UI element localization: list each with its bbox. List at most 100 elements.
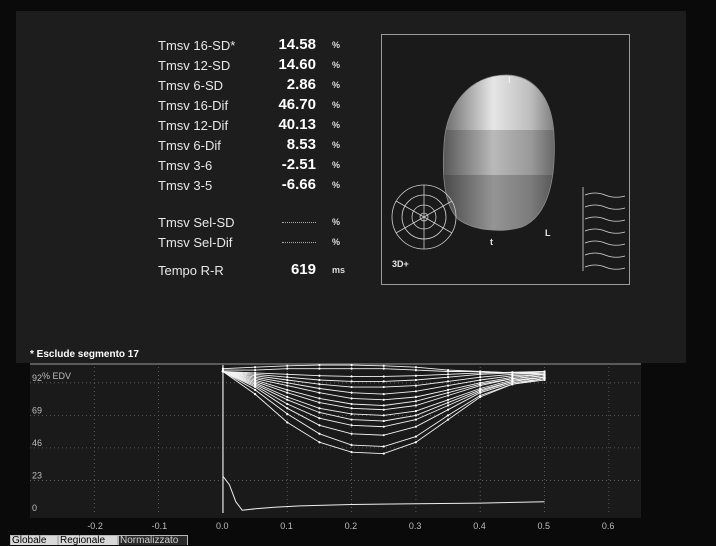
curve-point	[479, 391, 482, 394]
metric-unit: %	[332, 140, 341, 150]
curve-point	[318, 378, 321, 382]
volume-curve-chart[interactable]: 0 23 46 69 92 -0.2 -0.1 0.0 0.1 0.2 0.3 0.4 0.5 0.6 % …	[30, 363, 641, 535]
y-axis-label: % EDV	[42, 371, 71, 381]
curve-point	[414, 384, 417, 387]
empty-value-dash	[282, 222, 316, 223]
curve-point	[350, 367, 353, 370]
curve-point	[254, 385, 257, 389]
metric-value: 8.53	[286, 136, 316, 153]
curve-point	[286, 381, 289, 384]
orientation-marker-l: L	[545, 228, 551, 238]
curve-point	[350, 391, 353, 394]
curve-point	[511, 383, 514, 386]
curve-point	[286, 402, 289, 406]
curve-point	[382, 445, 385, 448]
x-tick-label: 0.4	[473, 521, 486, 531]
curve-point	[350, 364, 353, 367]
curve-point	[382, 434, 385, 437]
metric-label: Tmsv 6-SD	[158, 78, 223, 93]
curve-point	[446, 384, 450, 387]
curve-point	[350, 375, 353, 378]
apex-marker: I	[508, 75, 511, 85]
curve-point	[414, 368, 417, 372]
metric-label: Tmsv 3-6	[158, 158, 213, 173]
curve-point	[382, 414, 385, 417]
curve-point	[382, 452, 385, 455]
metric-unit: %	[332, 180, 341, 190]
curve-point	[350, 432, 353, 435]
metric-label: Tmsv 6-Dif	[158, 138, 221, 153]
curve-point	[286, 373, 289, 376]
curve-point	[382, 364, 385, 367]
tab-globale[interactable]: Globale	[10, 535, 58, 546]
metric-value: 14.60	[278, 56, 316, 73]
y-tick-label: 0	[32, 503, 37, 513]
curve-point	[286, 388, 289, 391]
curve-point	[318, 411, 321, 414]
metric-unit: %	[332, 160, 341, 170]
curve-point	[479, 395, 482, 399]
x-tick-label: 0.1	[280, 521, 293, 531]
curve-point	[414, 418, 417, 421]
curve-point	[446, 388, 450, 391]
metric-unit: %	[332, 100, 341, 110]
curve-point	[414, 400, 417, 403]
metric-unit: %	[332, 80, 341, 90]
curve-point	[414, 410, 417, 413]
empty-value-dash	[282, 242, 316, 243]
curve-point	[511, 371, 514, 375]
curve-point	[382, 375, 385, 378]
curve-point	[446, 408, 450, 411]
curve-point	[446, 368, 450, 372]
curve-point	[382, 393, 385, 396]
orientation-marker-t: t	[490, 237, 493, 247]
curve-point	[382, 380, 385, 383]
curve-point	[414, 414, 417, 417]
curve-point	[318, 391, 321, 394]
tab-normalizzato[interactable]: Normalizzato	[118, 535, 188, 546]
x-tick-label: -0.1	[152, 521, 168, 531]
curve-point	[286, 407, 289, 410]
curve-point	[350, 407, 353, 410]
metric-label: Tmsv 3-5	[158, 178, 213, 193]
3d-viewer[interactable]: I 3D+ L t	[381, 34, 630, 285]
tab-regionale[interactable]: Regionale	[58, 535, 118, 546]
curve-point	[414, 374, 417, 377]
curve-point	[414, 441, 417, 444]
x-tick-label: -0.2	[87, 521, 103, 531]
metric-unit: %	[332, 60, 341, 70]
plot-background	[30, 363, 641, 518]
curve-point	[286, 384, 289, 387]
bullseye-segment-map	[391, 184, 457, 250]
x-tick-label: 0.6	[602, 521, 615, 531]
curve-point	[318, 401, 321, 404]
x-tick-label: 0.5	[538, 521, 551, 531]
metric-unit: %	[332, 120, 341, 130]
x-tick-label: 0.3	[409, 521, 422, 531]
curve-point	[382, 385, 385, 389]
curve-point	[286, 412, 289, 416]
curve-point	[479, 376, 482, 379]
app-window: Tmsv 16-SD* 14.58 % Tmsv 12-SD 14.60 % T…	[0, 0, 716, 546]
metric-value: 40.13	[278, 116, 316, 133]
x-tick-label: 0.2	[345, 521, 358, 531]
curve-point	[350, 385, 353, 389]
curve-point	[350, 402, 353, 406]
metric-value: 14.58	[278, 36, 316, 53]
curve-point	[221, 367, 225, 370]
curve-point	[446, 373, 450, 376]
chart-canvas: 0 23 46 69 92 -0.2 -0.1 0.0 0.1 0.2 0.3 0.4 0.5 0.6 % …	[30, 363, 641, 531]
y-tick-label: 46	[32, 438, 42, 448]
curve-point	[318, 374, 321, 377]
curve-point	[286, 367, 289, 370]
curve-point	[350, 397, 353, 400]
metric-label: Tmsv Sel-Dif	[158, 235, 233, 250]
curve-point	[382, 367, 385, 370]
curve-point	[414, 390, 417, 393]
metric-unit: %	[332, 217, 341, 227]
curve-point	[382, 398, 385, 401]
curve-point	[350, 424, 353, 427]
curve-point	[286, 421, 289, 424]
curve-point	[414, 435, 417, 438]
metric-label: Tmsv Sel-SD	[158, 215, 235, 230]
